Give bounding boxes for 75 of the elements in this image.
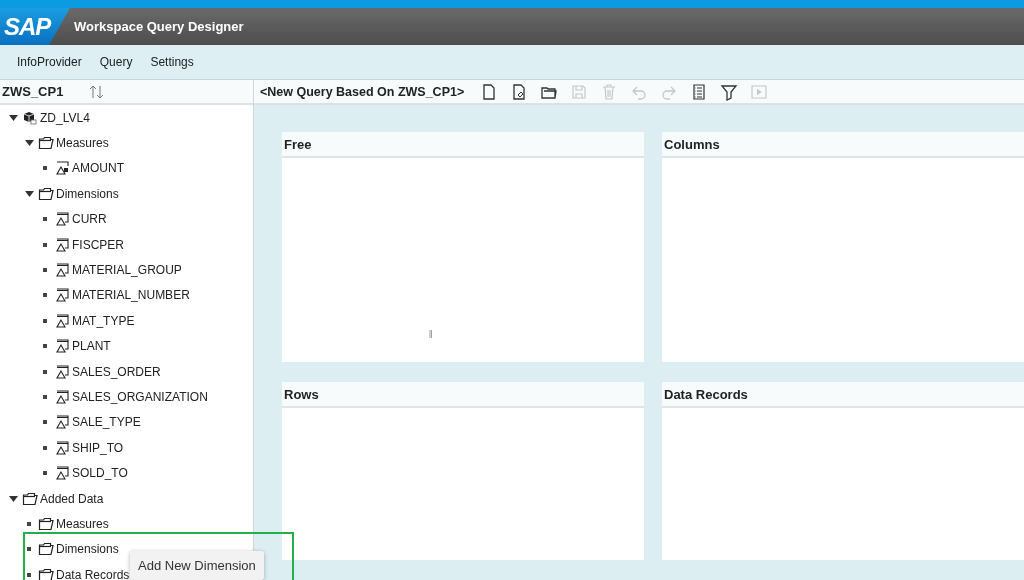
menu-item[interactable]: Query [90,55,142,69]
bullet-icon [43,166,47,171]
expand-caret-icon[interactable] [8,114,18,121]
folder-icon [22,490,38,507]
dimension-icon [54,439,70,456]
dimension-icon [54,236,70,253]
tree-item[interactable]: ZD_LVL4 [40,110,90,125]
tree-item[interactable]: FISCPER [72,237,124,252]
expand-caret-icon[interactable] [8,495,18,502]
dimension-icon [54,465,70,482]
dimension-icon [54,363,70,380]
tree-item[interactable]: SHIP_TO [72,440,124,455]
bullet-icon [43,318,47,323]
bullet-icon [43,369,47,374]
dimension-icon [54,338,70,355]
bullet-icon [43,268,47,273]
folder-icon [38,135,54,152]
folder-icon [38,541,54,558]
folder-icon [38,185,54,202]
bullet-icon [43,217,47,222]
bullet-icon [43,344,47,349]
bullet-icon [43,293,47,298]
tree-item[interactable]: SALES_ORDER [72,364,161,379]
tree-item[interactable]: CURR [72,212,107,227]
logo: SAP [0,8,70,45]
dimension-icon [54,312,70,329]
dimension-icon [54,287,70,304]
bullet-icon [43,420,47,425]
cube-icon [22,109,38,126]
tree-item[interactable]: PLANT [72,339,111,354]
dimension-icon [54,389,70,405]
panel-title: Free [282,132,644,158]
context-menu-item[interactable]: Add New Dimension [130,551,264,580]
measure-icon [54,160,70,177]
expand-caret-icon[interactable] [24,140,34,147]
tree-item[interactable]: Measures [56,516,109,531]
splitter-handle[interactable] [429,330,432,338]
folder-icon [38,515,54,532]
drop-panel[interactable]: Columns [662,132,1024,362]
provider-title: ZWS_CP1 [2,84,64,99]
drop-panel[interactable]: Data Records [662,382,1024,560]
tree-item[interactable]: Dimensions [56,542,119,557]
tree-item[interactable]: MAT_TYPE [72,313,135,328]
tree-item[interactable]: Data Records [56,567,130,580]
panel-title: Rows [282,382,644,408]
drop-panel[interactable]: Free [282,132,644,362]
tree-item[interactable]: SOLD_TO [72,466,128,481]
dimension-icon [54,211,70,228]
drop-panel[interactable]: Rows [282,382,644,560]
bullet-icon [43,242,47,247]
bullet-icon [27,521,31,526]
bullet-icon [43,395,47,399]
tree-item[interactable]: AMOUNT [72,161,124,176]
tree-item[interactable]: SALES_ORGANIZATION [72,390,208,404]
sort-icon[interactable] [89,83,106,100]
bullet-icon [27,572,31,577]
dimension-icon [54,262,70,279]
menu-item[interactable]: Settings [141,55,203,69]
dimension-icon [54,414,70,431]
tree-item[interactable]: Measures [56,136,109,151]
folder-icon [38,566,54,580]
tree-item[interactable]: Added Data [40,491,104,506]
bullet-icon [43,445,47,450]
tree-item[interactable]: MATERIAL_NUMBER [72,288,190,303]
bullet-icon [43,471,47,476]
query-title: <New Query Based On ZWS_CP1> [260,84,465,99]
tree-item[interactable]: MATERIAL_GROUP [72,263,182,278]
panel-title: Data Records [662,382,1024,408]
app-title: Workspace Query Designer [74,19,244,34]
menu-item[interactable]: InfoProvider [8,55,91,69]
bullet-icon [27,547,31,552]
tree-item[interactable]: SALE_TYPE [72,415,141,430]
tree-item[interactable]: Dimensions [56,186,119,201]
panel-title: Columns [662,132,1024,158]
expand-caret-icon[interactable] [24,190,34,197]
